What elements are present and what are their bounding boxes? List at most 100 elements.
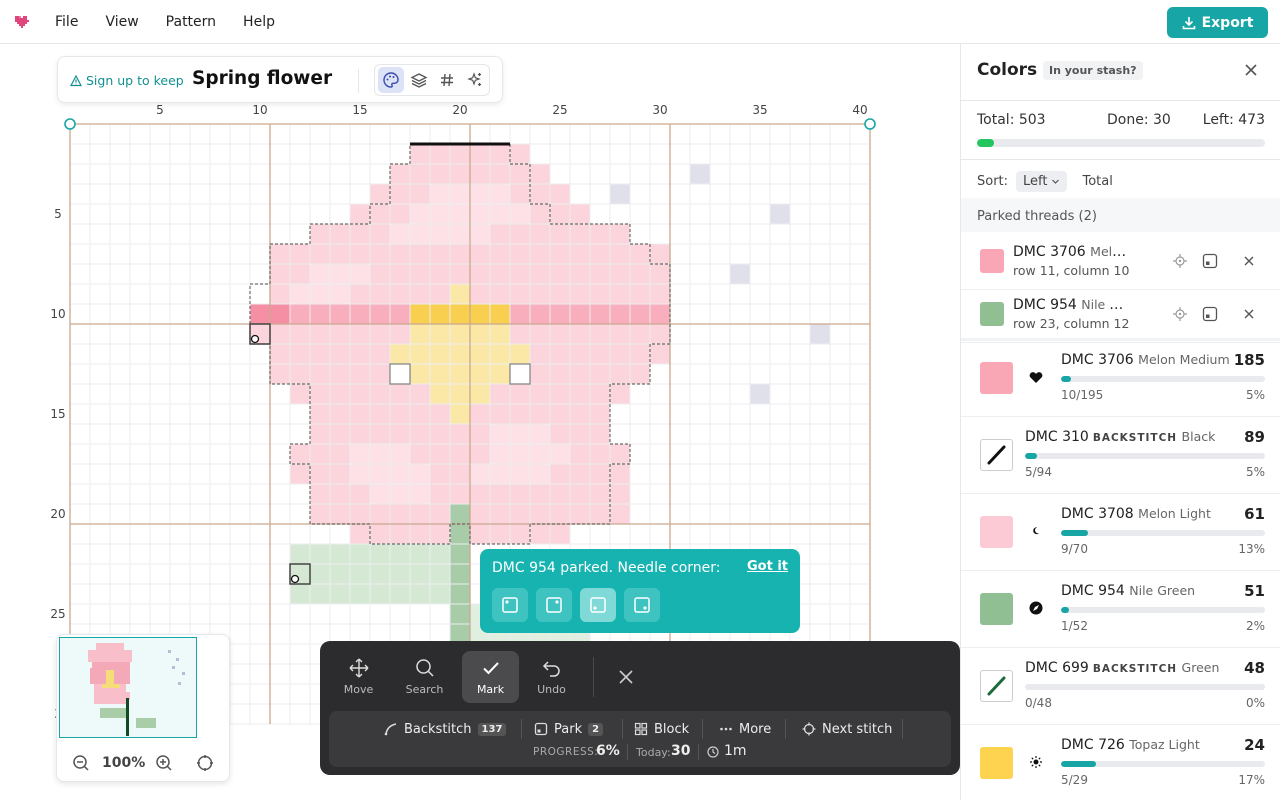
menu-file[interactable]: File	[55, 14, 78, 30]
petal-stitch	[590, 344, 610, 364]
separator	[902, 719, 903, 739]
petal-stitch	[610, 364, 630, 384]
thread-name: DMC 3708 Melon Light	[1061, 506, 1211, 522]
thread-row[interactable]: DMC 699 BACKSTITCH Green 48 0/48 0%	[961, 648, 1280, 725]
thread-swatch	[980, 747, 1013, 779]
zoom-in-icon[interactable]	[155, 754, 173, 772]
next-stitch-button[interactable]: Next stitch	[802, 717, 892, 741]
petal-stitch	[430, 164, 450, 184]
petal-stitch	[370, 404, 390, 424]
petal-stitch	[590, 484, 610, 504]
petal-stitch	[430, 284, 450, 304]
warning-icon	[70, 74, 82, 86]
corner-bottom-right-button[interactable]	[624, 588, 660, 622]
petal-stitch	[370, 524, 390, 544]
thread-remaining-count: 185	[1233, 351, 1265, 369]
mark-tool[interactable]: Mark	[462, 651, 519, 703]
chevron-down-icon	[1051, 179, 1059, 184]
petal-stitch	[470, 244, 490, 264]
grid-tool[interactable]	[434, 67, 460, 93]
signup-link[interactable]: Sign up to keep	[70, 73, 184, 88]
park-corner-icon[interactable]	[1202, 253, 1218, 269]
park-corner-icon[interactable]	[1202, 306, 1218, 322]
undo-tool[interactable]: Undo	[523, 651, 580, 703]
zoom-out-icon[interactable]	[72, 754, 90, 772]
park-count: 2	[588, 722, 604, 736]
thread-row[interactable]: DMC 310 BACKSTITCH Black 89 5/94 5%	[961, 417, 1280, 494]
petal-stitch	[610, 464, 630, 484]
leaf-stitch	[410, 564, 430, 584]
ruler-label: 25	[50, 607, 65, 621]
petal-stitch	[410, 504, 430, 524]
corner-top-right-button[interactable]	[536, 588, 572, 622]
minimap: 100%	[56, 634, 230, 782]
petal-stitch	[270, 364, 290, 384]
pattern-title[interactable]: Spring flower	[192, 68, 332, 89]
leaf-stitch	[370, 564, 390, 584]
petal-stitch	[350, 504, 370, 524]
block-button[interactable]: Block	[634, 717, 689, 741]
layers-tool[interactable]	[406, 67, 432, 93]
thread-row[interactable]: DMC 726 Topaz Light 24 5/29 17%	[961, 725, 1280, 800]
park-button[interactable]: Park 2	[534, 717, 604, 741]
petal-stitch	[430, 264, 450, 284]
petal-stitch	[470, 284, 490, 304]
parked-thread-row[interactable]: DMC 3706 Melon Medium row 11, column 10	[961, 238, 1280, 290]
thread-code: DMC 726	[1061, 737, 1125, 753]
menu-help[interactable]: Help	[243, 14, 275, 30]
corner-bottom-left-button[interactable]	[580, 588, 616, 622]
thread-code: DMC 699	[1025, 660, 1089, 676]
menu-view[interactable]: View	[105, 14, 138, 30]
scatter-stitch	[770, 204, 790, 224]
petal-stitch	[590, 324, 610, 344]
recenter-icon[interactable]	[196, 754, 214, 772]
got-it-link[interactable]: Got it	[747, 559, 788, 574]
thread-swatch	[980, 362, 1013, 394]
move-tool[interactable]: Move	[330, 651, 387, 703]
parked-thread-row[interactable]: DMC 954 Nile Green row 23, column 12	[961, 291, 1280, 343]
petal-stitch	[430, 244, 450, 264]
search-tool[interactable]: Search	[396, 651, 453, 703]
center-stitch	[470, 304, 490, 324]
petal-stitch	[410, 224, 430, 244]
petal-stitch	[330, 344, 350, 364]
close-icon[interactable]	[616, 667, 636, 687]
palette-tool[interactable]	[378, 67, 404, 93]
petal-stitch	[510, 244, 530, 264]
petal-stitch	[390, 224, 410, 244]
toolbar-separator	[593, 657, 594, 697]
corner-top-left-button[interactable]	[492, 588, 528, 622]
locate-icon[interactable]	[1172, 253, 1188, 269]
backstitch-button[interactable]: Backstitch 137	[384, 717, 507, 741]
sort-label: Sort:	[977, 174, 1009, 189]
heart-logo-icon[interactable]	[13, 12, 31, 30]
leaf-stitch	[290, 584, 310, 604]
more-button[interactable]: More	[719, 717, 771, 741]
thread-row[interactable]: DMC 954 Nile Green 51 1/52 2%	[961, 571, 1280, 648]
minimap-viewport[interactable]	[59, 637, 197, 738]
sparkle-tool[interactable]	[462, 67, 488, 93]
petal-stitch	[430, 404, 450, 424]
sort-row: Sort: Left Total	[977, 171, 1113, 192]
ruler-label: 15	[352, 103, 367, 117]
center-stitch	[450, 284, 470, 304]
close-icon[interactable]	[1243, 308, 1255, 320]
locate-icon[interactable]	[1172, 306, 1188, 322]
petal-stitch	[530, 504, 550, 524]
thread-row[interactable]: DMC 3706 Melon Medium 185 10/195 5%	[961, 340, 1280, 417]
petal-stitch	[510, 304, 530, 324]
close-icon[interactable]	[1243, 255, 1255, 267]
scatter-stitch	[750, 384, 770, 404]
menu-pattern[interactable]: Pattern	[166, 14, 216, 30]
close-icon[interactable]	[1244, 63, 1258, 77]
petal-stitch	[330, 504, 350, 524]
thread-code: DMC 3706	[1013, 244, 1086, 260]
petal-stitch	[510, 164, 530, 184]
sort-total-button[interactable]: Total	[1083, 174, 1113, 189]
stash-toggle[interactable]: In your stash?	[1043, 61, 1143, 80]
sort-left-button[interactable]: Left	[1016, 171, 1067, 192]
export-button[interactable]: Export	[1167, 7, 1268, 38]
petal-stitch	[630, 364, 650, 384]
thread-row[interactable]: DMC 3708 Melon Light 61 9/70 13%	[961, 494, 1280, 571]
leaf-stitch	[330, 584, 350, 604]
